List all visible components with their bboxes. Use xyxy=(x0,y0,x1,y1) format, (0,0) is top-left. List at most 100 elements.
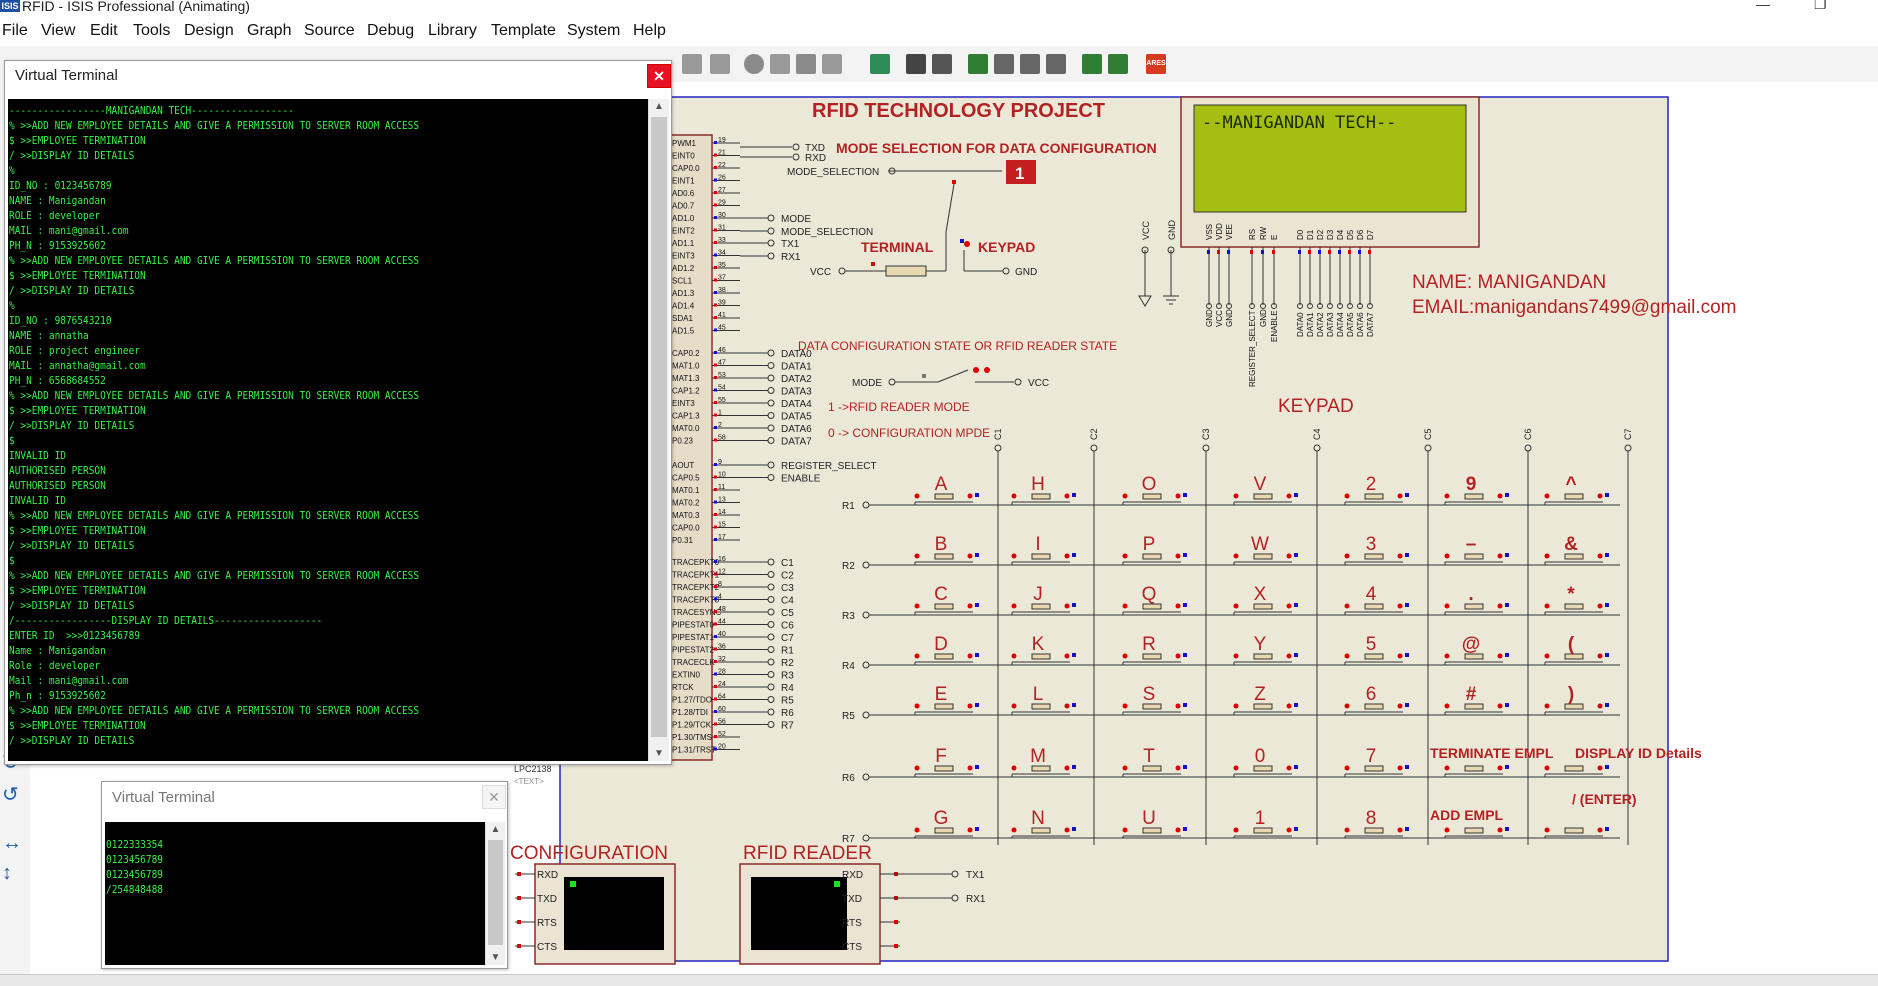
block-tool-icon[interactable] xyxy=(710,54,730,74)
net-label: C4 xyxy=(781,596,794,607)
net-label: MODE_SELECTION xyxy=(781,227,873,238)
lcd-pin-name: D5 xyxy=(1346,229,1355,240)
mcu-pin-name: EXTIN0 xyxy=(672,671,701,680)
package-icon[interactable] xyxy=(1046,54,1066,74)
terminal-line: % >>ADD NEW EMPLOYEE DETAILS AND GIVE A … xyxy=(9,509,420,522)
wire-tool-icon[interactable] xyxy=(822,54,842,74)
net-label: DATA5 xyxy=(781,412,812,423)
mcu-pin-name: SCL1 xyxy=(672,277,693,286)
maximize-icon[interactable]: ❐ xyxy=(1814,0,1827,11)
mcu-pin-name: PIPESTAT2 xyxy=(672,646,714,655)
mcu-pin-name: P1.31/TRST xyxy=(672,746,716,755)
menu-tools[interactable]: Tools xyxy=(133,22,170,40)
net-label: C7 xyxy=(781,633,794,644)
menu-system[interactable]: System xyxy=(567,22,620,40)
scroll-down-icon[interactable]: ▼ xyxy=(486,952,505,963)
menu-view[interactable]: View xyxy=(41,22,75,40)
terminal-titlebar[interactable]: Virtual Terminal ✕ xyxy=(5,61,671,95)
key-label: V xyxy=(1254,474,1267,495)
lcd-pin-name: VDD xyxy=(1215,223,1224,240)
mcu-pin-name: MAT0.3 xyxy=(672,511,700,520)
mirror-x-icon[interactable]: ↔ xyxy=(2,832,22,855)
scroll-up-icon[interactable]: ▲ xyxy=(486,824,505,835)
key-label: 9 xyxy=(1466,474,1477,495)
config-terminal-screen xyxy=(564,877,664,950)
terminal-title: Virtual Terminal xyxy=(15,67,118,84)
mirror-y-icon[interactable]: ↕ xyxy=(2,862,12,885)
menu-debug[interactable]: Debug xyxy=(367,22,414,40)
minimize-icon[interactable]: — xyxy=(1756,0,1770,11)
ares-icon[interactable]: ARES xyxy=(1146,54,1166,74)
stop-tool-icon[interactable] xyxy=(682,54,702,74)
zoom-icon[interactable] xyxy=(744,54,764,74)
net-label: R6 xyxy=(781,708,794,719)
terminal-small-titlebar[interactable]: Virtual Terminal ✕ xyxy=(102,782,507,816)
terminal-line: % >>ADD NEW EMPLOYEE DETAILS AND GIVE A … xyxy=(9,119,420,132)
terminal-line: AUTHORISED PERSON xyxy=(9,479,106,492)
check-icon[interactable] xyxy=(1108,54,1128,74)
terminal-line: ENTER ID >>>0123456789 xyxy=(9,629,141,642)
net-label: DATA4 xyxy=(781,399,812,410)
menu-file[interactable]: File xyxy=(2,22,28,40)
gear-tool-icon[interactable] xyxy=(796,54,816,74)
lcd-pin-name: D3 xyxy=(1326,229,1335,240)
mcu-pin-name: EINT2 xyxy=(672,227,695,236)
menu-edit[interactable]: Edit xyxy=(90,22,118,40)
close-icon[interactable]: ✕ xyxy=(482,785,506,809)
terminal-screen[interactable]: -----------------MANIGANDAN TECH--------… xyxy=(8,99,648,761)
menu-bar: File View Edit Tools Design Graph Source… xyxy=(0,14,1878,47)
lcd-net-label: DATA0 xyxy=(1296,312,1305,337)
lcd-net-label: VCC xyxy=(1215,310,1224,327)
terminal-small-screen[interactable]: 0122333354 0123456789 0123456789/254848488 xyxy=(105,822,485,965)
key-label: T xyxy=(1143,746,1155,767)
author-email: EMAIL:manigandans7499@gmail.com xyxy=(1412,297,1737,318)
menu-source[interactable]: Source xyxy=(304,22,355,40)
menu-library[interactable]: Library xyxy=(428,22,477,40)
key-label: S xyxy=(1143,684,1156,705)
terminal-line: / >>DISPLAY ID DETAILS xyxy=(9,599,135,612)
mcu-part-name: LPC2138 xyxy=(514,764,552,774)
key-label: E xyxy=(935,684,948,705)
menu-template[interactable]: Template xyxy=(491,22,556,40)
tools-icon[interactable] xyxy=(932,54,952,74)
menu-design[interactable]: Design xyxy=(184,22,234,40)
vcc-label-mode: VCC xyxy=(810,267,831,278)
document-icon[interactable] xyxy=(994,54,1014,74)
search-icon[interactable] xyxy=(906,54,926,74)
row-label: R5 xyxy=(842,711,855,722)
scroll-up-icon[interactable]: ▲ xyxy=(649,101,669,112)
mcu-pin-name: CAP0.2 xyxy=(672,349,700,358)
lcd-pin-name: D7 xyxy=(1366,229,1375,240)
netlist-icon[interactable] xyxy=(870,54,890,74)
mode-selection-net: MODE_SELECTION xyxy=(787,167,879,178)
mcu-pin-name: PIPESTAT1 xyxy=(672,633,714,642)
reader-terminal-screen xyxy=(751,877,847,950)
key-label: Q xyxy=(1142,584,1157,605)
column-label: C2 xyxy=(1089,428,1099,440)
uart-pin-label: CTS xyxy=(537,942,557,953)
menu-help[interactable]: Help xyxy=(633,22,666,40)
menu-graph[interactable]: Graph xyxy=(247,22,291,40)
project-title: RFID TECHNOLOGY PROJECT xyxy=(812,100,1105,122)
virtual-terminal-small[interactable]: Virtual Terminal ✕ 0122333354 0123456789 0… xyxy=(101,781,508,969)
terminal-scrollbar[interactable]: ▲ ▼ xyxy=(648,99,669,761)
virtual-terminal-main[interactable]: Virtual Terminal ✕ -----------------MANI… xyxy=(4,60,672,765)
scroll-thumb[interactable] xyxy=(651,117,667,737)
row-label: R2 xyxy=(842,561,855,572)
terminal-line: Role : developer xyxy=(9,659,101,672)
net-label: C2 xyxy=(781,571,794,582)
column-label: C4 xyxy=(1312,428,1322,440)
pick-tool-icon[interactable] xyxy=(770,54,790,74)
report-icon[interactable] xyxy=(1082,54,1102,74)
export-icon[interactable] xyxy=(1020,54,1040,74)
terminal-small-scrollbar[interactable]: ▲ ▼ xyxy=(485,822,505,965)
scroll-thumb[interactable] xyxy=(488,840,503,945)
scroll-down-icon[interactable]: ▼ xyxy=(649,748,669,759)
key-label: / (ENTER) xyxy=(1572,791,1637,807)
key-label: ADD EMPL xyxy=(1430,807,1504,823)
column-label: C7 xyxy=(1623,428,1633,440)
rotate-ccw-icon[interactable]: ↺ xyxy=(2,782,19,807)
terminal-line: Name : Manigandan xyxy=(9,644,106,657)
bill-of-materials-icon[interactable] xyxy=(968,54,988,74)
close-icon[interactable]: ✕ xyxy=(647,64,671,88)
